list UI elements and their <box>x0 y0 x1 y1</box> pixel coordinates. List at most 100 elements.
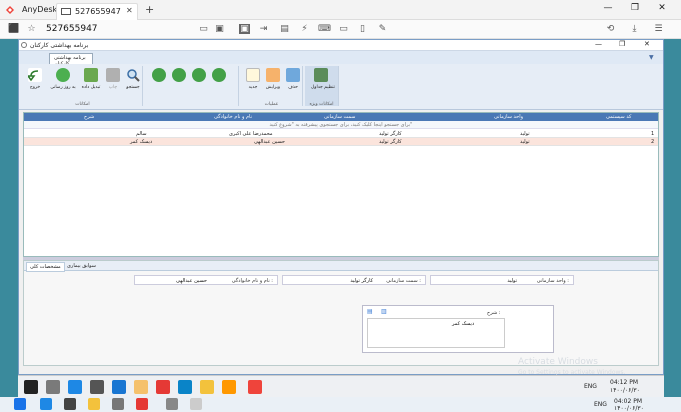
table-row[interactable]: 1 تولید کارگر تولید محمدرضا علی اکبری سا… <box>24 130 658 138</box>
anydesk-taskbar-icon[interactable] <box>248 380 262 394</box>
app-window-title: برنامه بهداشتی کارکنان <box>30 42 89 49</box>
new-tab-button[interactable]: + <box>145 3 154 16</box>
new-button[interactable]: جدید <box>243 68 263 98</box>
grid-header: کد سیستمی واحد سازمانی سمت سازمانی نام و… <box>24 113 658 121</box>
app-minimize-button[interactable]: — <box>595 40 602 48</box>
address-input[interactable]: 527655947 <box>46 24 98 34</box>
monitor-switch-icon[interactable]: ▭ <box>338 24 349 34</box>
print-label: چاپ <box>108 85 118 90</box>
tab-history[interactable]: سوابق بیماری <box>64 262 99 270</box>
start-icon[interactable] <box>14 398 26 410</box>
edge-icon[interactable] <box>68 380 82 394</box>
ribbon-group-special: تنظیم جداول امکانات ویژه <box>305 66 339 107</box>
header-unit[interactable]: واحد سازمانی <box>494 114 523 120</box>
app-logo-icon <box>21 42 27 48</box>
position-field[interactable]: سمت سازمانی : کارگر تولید <box>282 275 426 285</box>
display-icon[interactable]: ▣ <box>239 24 250 34</box>
app-icon-5[interactable] <box>190 398 202 410</box>
history-icon[interactable]: ⟲ <box>605 24 616 34</box>
language-indicator[interactable]: ENG <box>594 401 607 408</box>
header-name[interactable]: نام و نام خانوادگی <box>214 114 252 120</box>
tab-general[interactable]: مشخصات کلی <box>26 262 65 272</box>
pen-icon[interactable]: ✎ <box>377 24 388 34</box>
name-field[interactable]: نام و نام خانوادگی : حسین عبدالهی <box>134 275 278 285</box>
app-icon-1[interactable] <box>134 380 148 394</box>
app-icon-4[interactable] <box>166 398 178 410</box>
keyboard-icon[interactable]: ⌨ <box>318 24 331 34</box>
search-button[interactable]: جستجو <box>123 68 143 98</box>
data-grid: کد سیستمی واحد سازمانی سمت سازمانی نام و… <box>23 112 659 257</box>
refresh-icon <box>56 68 70 82</box>
header-desc[interactable]: شرح <box>84 114 94 120</box>
skype-icon[interactable] <box>178 380 192 394</box>
delete-button[interactable]: حذف <box>283 68 303 98</box>
action-icon[interactable]: ⚡ <box>299 24 310 34</box>
menu-icon[interactable]: ☰ <box>653 24 664 34</box>
nav-next-icon <box>192 68 206 82</box>
unit-value: تولید <box>507 278 517 284</box>
nav-prev-icon <box>172 68 186 82</box>
activate-windows-title: Activate Windows <box>518 357 598 367</box>
ribbon: خروج به روز رسانی تبدیل داده چاپ جستجو ا… <box>19 64 663 110</box>
close-button[interactable]: ✕ <box>654 3 670 13</box>
edge-icon[interactable] <box>40 398 52 410</box>
cell-position: کارگر تولید <box>379 139 402 145</box>
clock-date[interactable]: ۱۴۰۰/۰۶/۳۰ <box>614 405 644 412</box>
file-icon[interactable]: ▭ <box>198 24 209 34</box>
favorite-icon[interactable]: ☆ <box>26 24 37 34</box>
anydesk-titlebar: AnyDesk 527655947 ✕ + — ❐ ✕ <box>0 0 681 20</box>
unit-field[interactable]: واحد سازمانی : تولید <box>430 275 574 285</box>
header-position[interactable]: سمت سازمانی <box>324 114 355 120</box>
language-indicator[interactable]: ENG <box>584 383 597 390</box>
header-system-code[interactable]: کد سیستمی <box>606 114 631 120</box>
nav-next-button[interactable] <box>189 68 209 98</box>
nav-last-button[interactable] <box>209 68 229 98</box>
convert-button[interactable]: تبدیل داده <box>81 68 101 98</box>
refresh-button[interactable]: به روز رسانی <box>49 68 77 98</box>
group-label-tools: امکانات <box>75 102 90 107</box>
app-icon-3[interactable] <box>112 398 124 410</box>
app-restore-button[interactable]: ❐ <box>619 40 625 48</box>
description-textarea[interactable]: دیسک کمر <box>367 318 505 348</box>
edit-button[interactable]: ویرایش <box>263 68 283 98</box>
exit-button[interactable]: خروج <box>25 68 45 98</box>
cell-position: کارگر تولید <box>379 131 402 137</box>
clock-time[interactable]: 04:12 PM <box>610 379 638 386</box>
minimize-button[interactable]: — <box>600 3 616 13</box>
nav-prev-button[interactable] <box>169 68 189 98</box>
print-button[interactable]: چاپ <box>103 68 123 98</box>
mail-icon[interactable] <box>112 380 126 394</box>
table-row-selected[interactable]: 2 تولید کارگر تولید حسین عبدالهی دیسک کم… <box>24 138 658 146</box>
chrome-icon[interactable] <box>156 380 170 394</box>
app-tab[interactable]: برنامه بهداشتی کارکنان <box>49 53 93 67</box>
session-tab-label: 527655947 <box>75 7 121 16</box>
cell-unit: تولید <box>520 139 530 145</box>
position-value: کارگر تولید <box>350 278 373 284</box>
clock-time[interactable]: 04:02 PM <box>614 398 642 405</box>
whiteboard-icon[interactable]: ▯ <box>357 24 368 34</box>
collapse-ribbon-icon[interactable]: ▼ <box>649 54 654 61</box>
maximize-button[interactable]: ❐ <box>627 3 643 13</box>
download-icon[interactable]: ⤓ <box>629 24 640 34</box>
store-icon[interactable] <box>90 380 104 394</box>
app-icon-2[interactable] <box>222 380 236 394</box>
session-tab[interactable]: 527655947 ✕ <box>56 3 138 20</box>
paste-icon[interactable]: ▥ <box>381 308 387 315</box>
app-close-button[interactable]: ✕ <box>644 40 650 48</box>
grid-filter-row[interactable]: برای جستجو اینجا کلیک کنید، برای جستجوی … <box>24 121 658 129</box>
clipboard-icon[interactable]: ▤ <box>279 24 290 34</box>
anydesk-local-icon[interactable] <box>136 398 148 410</box>
store-icon[interactable] <box>64 398 76 410</box>
explorer-icon[interactable] <box>88 398 100 410</box>
clock-date[interactable]: ۱۴۰۰/۰۶/۳۰ <box>610 387 640 394</box>
task-view-icon[interactable] <box>46 380 60 394</box>
explorer-icon[interactable] <box>200 380 214 394</box>
nav-first-button[interactable] <box>149 68 169 98</box>
chat-icon[interactable]: ▣ <box>214 24 225 34</box>
transfer-icon[interactable]: ⇥ <box>258 24 269 34</box>
start-icon[interactable] <box>24 380 38 394</box>
copy-icon[interactable]: ▤ <box>367 308 373 315</box>
close-tab-icon[interactable]: ✕ <box>126 6 133 15</box>
screen-settings-button[interactable]: تنظیم جداول <box>311 68 335 98</box>
nav-last-icon <box>212 68 226 82</box>
